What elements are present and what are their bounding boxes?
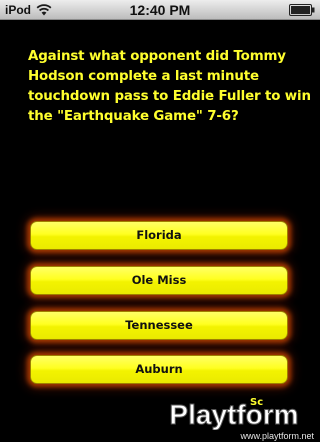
status-clock: 12:40 PM — [129, 2, 191, 18]
playtform-watermark: Playtform www.playtform.net — [150, 396, 320, 442]
answer-button-tennessee[interactable]: Tennessee — [30, 311, 288, 340]
battery-icon — [289, 4, 315, 16]
status-bar: iPod 12:40 PM — [0, 0, 320, 20]
watermark-url: www.playtform.net — [240, 431, 314, 441]
playtform-logo: Playtform — [169, 399, 299, 431]
answer-button-florida[interactable]: Florida — [30, 221, 288, 250]
question-text: Against what opponent did Tommy Hodson c… — [28, 49, 311, 124]
answer-button-ole-miss[interactable]: Ole Miss — [30, 266, 288, 295]
answer-button-auburn[interactable]: Auburn — [30, 355, 288, 384]
svg-text:Playtform: Playtform — [169, 399, 298, 430]
